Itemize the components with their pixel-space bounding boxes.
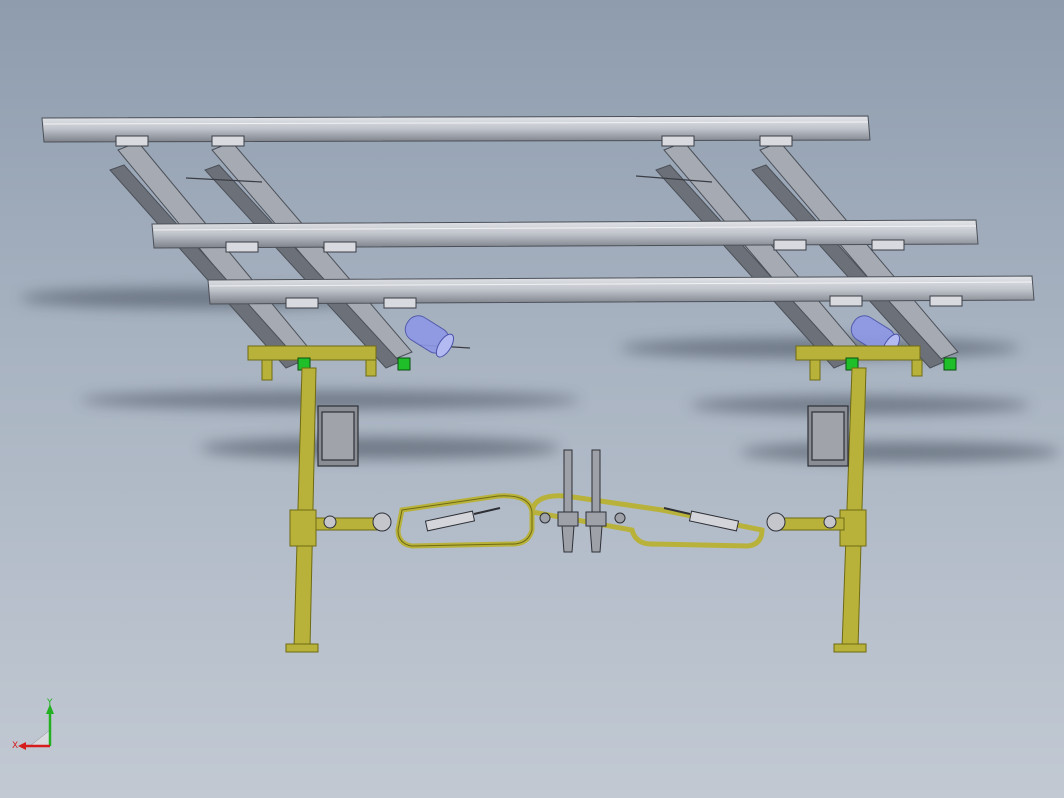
cad-viewport[interactable]: Y X xyxy=(0,0,1064,798)
top-beam xyxy=(41,115,871,143)
triad-x-label: X xyxy=(12,741,18,751)
left-column xyxy=(285,367,319,653)
upper-frames xyxy=(247,345,923,381)
front-beam xyxy=(207,275,1035,305)
coordinate-triad[interactable]: Y X xyxy=(12,698,54,751)
diagonal-rails xyxy=(109,141,959,369)
assembly-drawing: Y X xyxy=(12,115,1060,751)
triad-y-label: Y xyxy=(46,698,53,708)
middle-beam xyxy=(151,219,979,249)
